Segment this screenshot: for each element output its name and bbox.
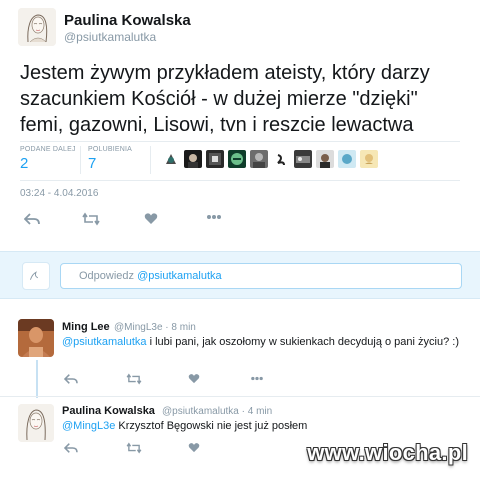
likes-label: POLUBIENIA [88, 146, 133, 153]
reply-body: Krzysztof Bęgowski nie jest już posłem [115, 420, 308, 432]
reply-input[interactable]: Odpowiedz @psiutkamalutka [60, 263, 462, 289]
liker-avatar[interactable] [184, 150, 202, 168]
author-name[interactable]: Paulina Kowalska [64, 12, 191, 29]
reply-mention: @psiutkamalutka [137, 270, 222, 282]
reply-icon[interactable] [64, 442, 78, 454]
liker-avatar[interactable] [338, 150, 356, 168]
user-avatar [22, 262, 50, 290]
reply-text: @psiutkamalutka i lubi pani, jak oszołom… [62, 335, 460, 349]
reply-author-avatar[interactable] [18, 404, 54, 442]
reply-placeholder: Odpowiedz [79, 270, 138, 282]
retweet-icon[interactable] [82, 212, 100, 226]
heart-icon[interactable] [188, 442, 200, 453]
reply-mention[interactable]: @MingL3e [62, 420, 115, 432]
divider [80, 146, 81, 174]
reply-mention[interactable]: @psiutkamalutka [62, 336, 147, 348]
reply-author-handle[interactable]: @psiutkamalutka · 4 min [162, 406, 272, 417]
reply-author-name[interactable]: Ming Lee [62, 321, 110, 333]
retweets-count[interactable]: 2 [20, 155, 28, 172]
reply-text: @MingL3e Krzysztof Bęgowski nie jest już… [62, 419, 460, 433]
avatar-illustration [18, 404, 54, 442]
author-avatar[interactable] [18, 8, 56, 46]
divider [150, 146, 151, 174]
retweet-icon[interactable] [126, 373, 142, 385]
reply-author-handle[interactable]: @MingL3e · 8 min [114, 322, 196, 333]
more-icon[interactable] [250, 376, 264, 381]
timestamp[interactable]: 03:24 - 4.04.2016 [20, 188, 98, 199]
heart-icon[interactable] [144, 212, 158, 225]
divider [20, 141, 460, 142]
site-watermark: www.wiocha.pl [307, 440, 468, 465]
avatar-photo [18, 319, 54, 357]
reply-author-name[interactable]: Paulina Kowalska [62, 405, 155, 417]
thread-connector [36, 360, 38, 398]
liker-avatar[interactable] [316, 150, 334, 168]
liker-avatar[interactable] [228, 150, 246, 168]
heart-icon[interactable] [188, 373, 200, 384]
likes-count[interactable]: 7 [88, 155, 96, 172]
reply-icon[interactable] [64, 373, 78, 385]
retweets-label: PODANE DALEJ [20, 146, 76, 153]
liker-avatar[interactable] [206, 150, 224, 168]
avatar-illustration [18, 8, 56, 46]
tweet-text: Jestem żywym przykładem ateisty, który d… [20, 62, 430, 136]
reply-author-avatar[interactable] [18, 319, 54, 357]
reply-body: i lubi pani, jak oszołomy w sukienkach d… [146, 336, 459, 348]
liker-avatar[interactable] [294, 150, 312, 168]
author-handle[interactable]: @psiutkamalutka [64, 30, 156, 44]
more-icon[interactable] [206, 214, 222, 220]
liker-avatar[interactable] [250, 150, 268, 168]
liker-avatar[interactable] [272, 150, 290, 168]
liker-avatar[interactable] [162, 150, 180, 168]
reply-composer: Odpowiedz @psiutkamalutka [0, 251, 480, 299]
reply-icon[interactable] [24, 212, 40, 226]
divider [0, 396, 480, 397]
retweet-icon[interactable] [126, 442, 142, 454]
divider [20, 180, 460, 181]
liker-avatar[interactable] [360, 150, 378, 168]
